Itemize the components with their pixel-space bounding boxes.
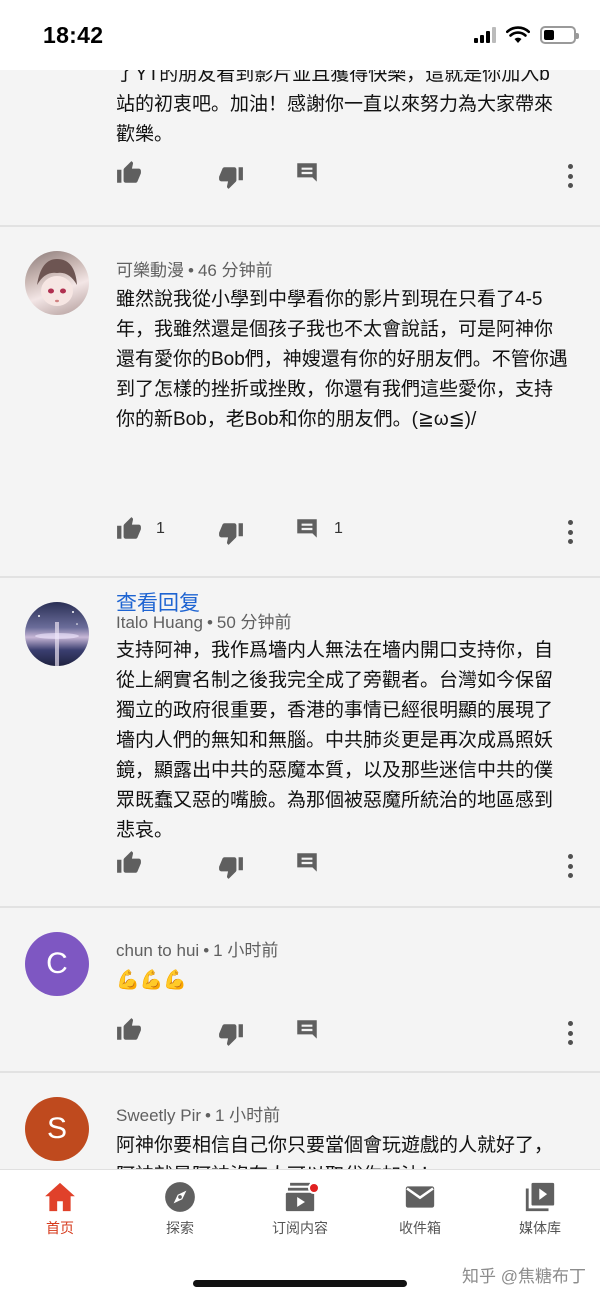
comment: C chun to hui • 1 小时前 💪💪💪 (0, 908, 600, 1073)
comment-icon (297, 519, 317, 538)
comment-icon (297, 163, 317, 182)
tab-label: 收件箱 (399, 1220, 441, 1236)
tab-label: 首页 (46, 1220, 74, 1236)
avatar-letter: C (46, 947, 68, 980)
watermark: 知乎 @焦糖布丁 (462, 1267, 586, 1286)
dislike-button[interactable] (218, 164, 244, 190)
tab-home[interactable]: 首页 (0, 1180, 120, 1238)
tab-label: 探索 (166, 1220, 194, 1236)
more-options-icon[interactable] (566, 520, 574, 544)
author-name[interactable]: 可樂動漫 (116, 261, 184, 280)
wifi-icon (506, 26, 530, 43)
dislike-button[interactable] (218, 854, 244, 880)
comment: S Sweetly Pir • 1 小时前 阿神你要相信自己你只要當個會玩遊戲的人就… (0, 1073, 600, 1169)
anime-avatar-image (37, 259, 77, 306)
tab-label: 媒体库 (519, 1220, 561, 1236)
comment-time: 46 分钟前 (197, 261, 273, 280)
comment-meta: Italo Huang • 50 分钟前 (116, 613, 292, 632)
avatar (25, 602, 89, 666)
comment-time: 1 小时前 (213, 941, 279, 960)
comment-feed[interactable]: 了YT的朋友看到影片並且獲得快樂，這就是你加入b站的初衷吧。加油！感謝你一直以來… (0, 70, 600, 1169)
tab-inbox[interactable]: 收件箱 (360, 1180, 480, 1238)
like-count: 1 (156, 520, 165, 537)
dislike-button[interactable] (218, 1021, 244, 1047)
thumb-up-icon (117, 851, 141, 873)
comment-actions (0, 1017, 600, 1049)
comment-actions (0, 160, 600, 192)
avatar: S (25, 1097, 89, 1161)
tab-library[interactable]: 媒体库 (480, 1180, 600, 1238)
home-icon (45, 1182, 75, 1212)
like-button[interactable] (116, 1017, 142, 1043)
notification-dot (308, 1182, 320, 1194)
comment: Italo Huang • 50 分钟前 支持阿神，我作爲墻内人無法在墻内開口支持你… (0, 578, 600, 908)
status-time: 18:42 (43, 22, 104, 48)
comment-text: 雖然說我從小學到中學看你的影片到現在只看了4-5年，我雖然還是個孩子我也不太會說… (116, 289, 568, 430)
comment-text: 支持阿神，我作爲墻内人無法在墻内開口支持你，自從上網實名制之後我完全成了旁觀者。… (116, 640, 554, 841)
thumb-down-icon (219, 1024, 243, 1046)
thumb-up-icon (117, 161, 141, 183)
reply-count: 1 (334, 520, 343, 537)
tab-subscriptions[interactable]: 订阅内容 (240, 1180, 360, 1238)
tab-explore[interactable]: 探索 (120, 1180, 240, 1238)
comment-icon (297, 1020, 317, 1039)
night-sky-avatar-image (35, 611, 79, 666)
comment-text: 了YT的朋友看到影片並且獲得快樂，這就是你加入b站的初衷吧。加油！感謝你一直以來… (116, 70, 554, 145)
avatar: C (25, 932, 89, 996)
comment-text: 阿神你要相信自己你只要當個會玩遊戲的人就好了，阿神就是阿神沒有人可以取代你加油！ (116, 1135, 554, 1169)
bottom-tab-bar: 首页 探索 订阅内容 收件箱 媒体库 知乎 @焦糖布丁 (0, 1169, 600, 1299)
thumb-down-icon (219, 857, 243, 879)
comment-actions (0, 850, 600, 882)
comment-meta: Sweetly Pir • 1 小时前 (116, 1106, 281, 1125)
thumb-up-icon (117, 1018, 141, 1040)
comment-meta: chun to hui • 1 小时前 (116, 941, 279, 960)
more-options-icon[interactable] (566, 164, 574, 188)
author-name[interactable]: chun to hui (116, 941, 199, 960)
comment-actions: 1 1 (0, 516, 600, 548)
like-button[interactable] (116, 160, 142, 186)
reply-button[interactable]: 1 (294, 516, 343, 542)
home-indicator[interactable] (193, 1280, 407, 1287)
thumb-down-icon (219, 167, 243, 189)
author-name[interactable]: Sweetly Pir (116, 1106, 201, 1125)
like-button[interactable]: 1 (116, 516, 165, 542)
author-name[interactable]: Italo Huang (116, 613, 203, 632)
thumb-up-icon (117, 517, 141, 539)
reply-button[interactable] (294, 160, 320, 186)
thumb-down-icon (219, 523, 243, 545)
comment: 可樂動漫 • 46 分钟前 雖然說我從小學到中學看你的影片到現在只看了4-5年，我雖… (0, 227, 600, 615)
comment: 了YT的朋友看到影片並且獲得快樂，這就是你加入b站的初衷吧。加油！感謝你一直以來… (0, 70, 600, 227)
comment-icon (297, 853, 317, 872)
dislike-button[interactable] (218, 520, 244, 546)
avatar-letter: S (46, 1112, 67, 1145)
like-button[interactable] (116, 850, 142, 876)
status-bar: 18:42 (0, 0, 600, 70)
cellular-signal-icon (474, 27, 496, 43)
comment-time: 1 小时前 (214, 1106, 281, 1125)
library-icon (525, 1182, 555, 1212)
comment-time: 50 分钟前 (216, 613, 292, 632)
reply-button[interactable] (294, 1017, 320, 1043)
more-options-icon[interactable] (566, 1021, 574, 1045)
reply-button[interactable] (294, 850, 320, 876)
status-icons (474, 26, 579, 44)
tab-label: 订阅内容 (272, 1220, 328, 1236)
comment-text: 💪💪💪 (116, 970, 187, 991)
battery-icon (540, 26, 579, 44)
explore-icon (165, 1182, 195, 1212)
more-options-icon[interactable] (566, 854, 574, 878)
inbox-icon (405, 1186, 435, 1208)
comment-meta: 可樂動漫 • 46 分钟前 (116, 261, 273, 280)
avatar (25, 251, 89, 315)
